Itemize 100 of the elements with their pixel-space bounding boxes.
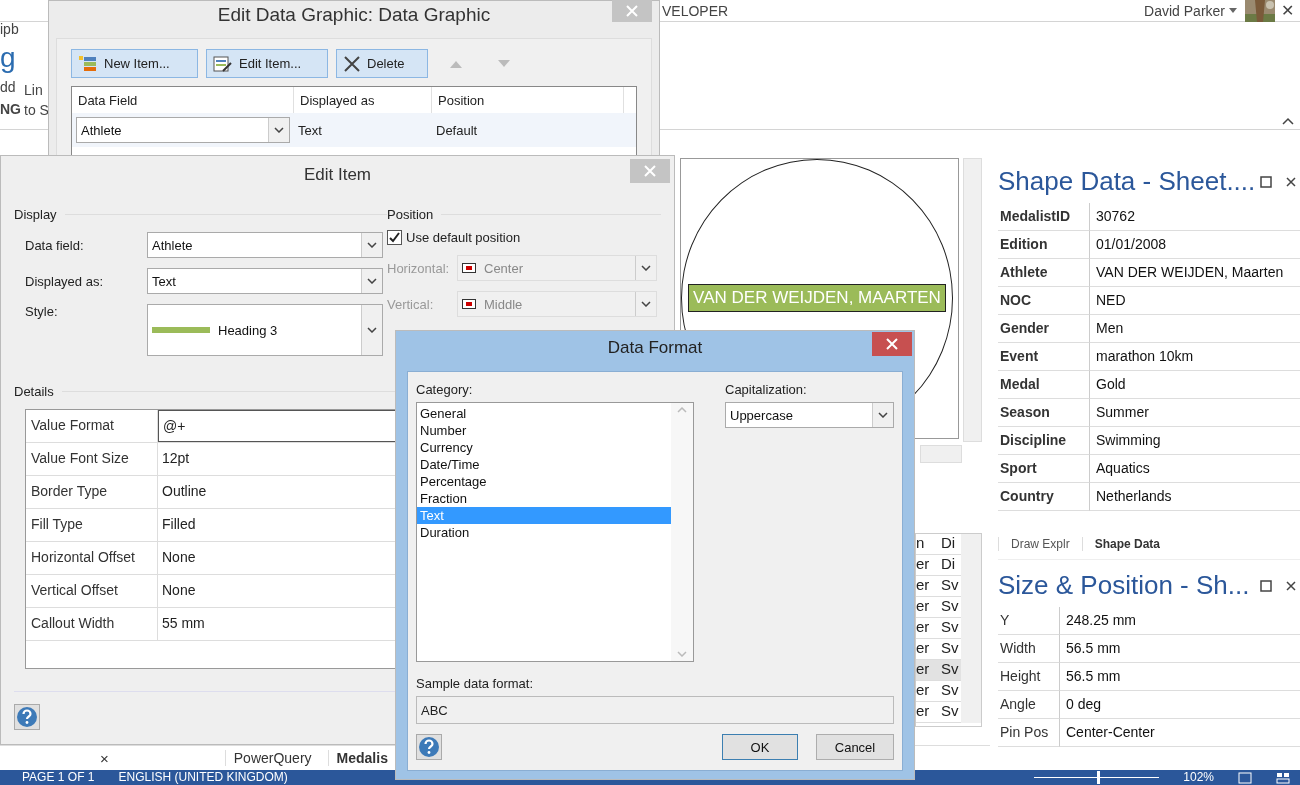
capitalization-dropdown[interactable]: Uppercase — [725, 402, 894, 428]
close-icon — [626, 5, 638, 17]
data-field-dropdown[interactable]: Athlete — [76, 117, 290, 143]
dialog-title: Data Format — [607, 338, 703, 358]
property-label: Athlete — [998, 259, 1090, 287]
dialog-title: Edit Data Graphic: Data Graphic — [217, 4, 491, 26]
property-label: Discipline — [998, 427, 1090, 455]
checkbox[interactable] — [387, 230, 402, 245]
property-label: Country — [998, 483, 1090, 511]
list-item[interactable]: Percentage — [417, 473, 671, 490]
sheet-tab[interactable]: PowerQuery — [224, 750, 320, 766]
property-value: 56.5 mm — [1060, 663, 1300, 691]
sample-field[interactable]: ABC — [416, 696, 894, 724]
property-label: Sport — [998, 455, 1090, 483]
list-add-icon — [78, 54, 98, 73]
close-icon — [644, 165, 656, 177]
column-header: Di — [941, 534, 961, 555]
toolbar-button[interactable]: Delete — [336, 49, 428, 78]
property-label: Border Type — [26, 476, 158, 508]
ribbon-button-label: Lin — [24, 81, 44, 100]
zoom-level[interactable]: 102% — [1183, 770, 1214, 785]
property-value: Summer — [1090, 399, 1300, 427]
maximize-icon[interactable] — [1260, 175, 1272, 188]
field-label: Capitalization: — [725, 382, 808, 397]
help-icon[interactable] — [416, 734, 442, 760]
field-label: Category: — [416, 382, 474, 397]
list-item[interactable]: Number — [417, 422, 671, 439]
property-value: Netherlands — [1090, 483, 1300, 511]
panel-tab[interactable]: Draw Explr — [998, 537, 1082, 551]
section-heading: Details — [14, 384, 54, 399]
property-value: Men — [1090, 315, 1300, 343]
fit-page-icon[interactable] — [1238, 771, 1252, 784]
ribbon-tab[interactable]: VELOPER — [662, 2, 729, 19]
toolbar-button[interactable]: New Item... — [71, 49, 198, 78]
scrollbar[interactable] — [961, 534, 981, 723]
language-indicator[interactable]: ENGLISH (UNITED KINGDOM) — [118, 770, 288, 785]
section-heading: Display — [14, 207, 57, 222]
ribbon-text: g — [0, 44, 17, 72]
list-item[interactable]: Fraction — [417, 490, 671, 507]
list-item[interactable]: Duration — [417, 524, 671, 541]
close-icon[interactable] — [1286, 580, 1296, 591]
table-cell-text: Default — [435, 122, 479, 138]
close-icon — [886, 338, 898, 350]
section-heading: Position — [387, 207, 434, 222]
caret-icon[interactable] — [1229, 7, 1237, 14]
field-label: Horizontal: — [387, 260, 451, 276]
close-icon[interactable] — [1286, 176, 1296, 187]
toolbar-button[interactable]: Edit Item... — [206, 49, 328, 78]
close-button[interactable] — [872, 332, 912, 356]
chevron-up-icon[interactable] — [1282, 117, 1294, 125]
position-marker-icon — [462, 299, 476, 309]
property-label: Width — [998, 635, 1060, 663]
maximize-icon[interactable] — [1260, 579, 1272, 592]
scrollbar[interactable] — [963, 158, 982, 442]
property-label: Vertical Offset — [26, 575, 158, 607]
property-value: NED — [1090, 287, 1300, 315]
property-label: Event — [998, 343, 1090, 371]
field-label: Sample data format: — [416, 676, 535, 691]
switch-windows-icon[interactable] — [1276, 771, 1290, 784]
field-label: Data field: — [25, 237, 85, 253]
close-icon[interactable]: × — [100, 749, 109, 767]
table-cell: Di — [941, 555, 961, 576]
property-value: Swimming — [1090, 427, 1300, 455]
dialog-title: Edit Item — [303, 165, 372, 185]
list-item[interactable]: Date/Time — [417, 456, 671, 473]
close-icon[interactable]: ✕ — [1281, 1, 1294, 20]
style-swatch-icon — [152, 327, 210, 333]
field-label: Style: — [25, 304, 59, 319]
property-label: Pin Pos — [998, 719, 1060, 747]
dialog-button[interactable]: Cancel — [816, 734, 894, 760]
table-row[interactable]: Athlete Text Default — [72, 113, 636, 147]
user-name[interactable]: David Parker — [1144, 2, 1225, 19]
field-label: Displayed as: — [25, 273, 105, 289]
position-marker-icon — [462, 263, 476, 273]
page-indicator[interactable]: PAGE 1 OF 1 — [22, 770, 95, 785]
table-cell-text: Text — [297, 122, 323, 138]
panel-title: Size & Position - Sh... — [998, 570, 1250, 601]
property-label: Callout Width — [26, 608, 158, 640]
chevron-down-icon — [367, 327, 377, 333]
help-icon[interactable] — [14, 704, 40, 730]
default-position-checkbox[interactable]: Use default position — [387, 230, 661, 245]
slider-thumb[interactable] — [1096, 771, 1100, 784]
chevron-down-icon — [878, 412, 888, 418]
property-label: Value Format — [26, 410, 158, 442]
property-label: Season — [998, 399, 1090, 427]
list-item[interactable]: Currency — [417, 439, 671, 456]
dropdown[interactable]: Text — [147, 268, 383, 294]
panel-tab[interactable]: Shape Data — [1081, 537, 1173, 551]
scrollbar[interactable] — [920, 445, 962, 463]
property-label: Y — [998, 607, 1060, 635]
dialog-button[interactable]: OK — [722, 734, 798, 760]
chevron-down-icon — [641, 301, 651, 307]
property-label: Fill Type — [26, 509, 158, 541]
style-dropdown[interactable]: Heading 3 — [147, 304, 383, 356]
category-list[interactable]: General Number Currency Date/Time Percentage Fraction Text Duration — [416, 402, 694, 662]
chevron-down-icon — [641, 265, 651, 271]
property-value: Aquatics — [1090, 455, 1300, 483]
dropdown[interactable]: Athlete — [147, 232, 383, 258]
list-item[interactable]: General — [417, 405, 671, 422]
property-label: Value Font Size — [26, 443, 158, 475]
